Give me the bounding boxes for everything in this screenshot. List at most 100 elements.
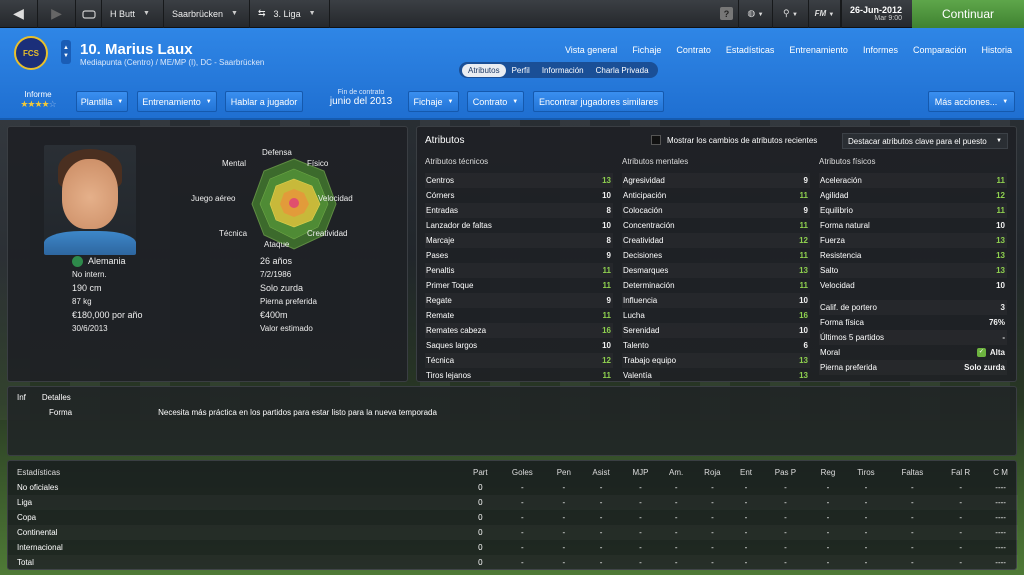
attribute-row[interactable]: Determinación 11 <box>622 278 810 293</box>
attribute-row[interactable]: Colocación 9 <box>622 203 810 218</box>
attribute-row[interactable]: Córners 10 <box>425 188 613 203</box>
tab-stats[interactable]: Estadísticas <box>726 45 775 55</box>
attribute-row[interactable]: Trabajo equipo 13 <box>622 353 810 368</box>
contract-button[interactable]: Contrato ▼ <box>467 91 524 112</box>
stats-header-cell[interactable]: Estadísticas <box>8 465 463 480</box>
subtab-information[interactable]: Información <box>536 64 590 77</box>
stats-header-cell[interactable]: C M <box>983 465 1018 480</box>
subtab-profile[interactable]: Perfil <box>506 64 536 77</box>
attribute-row[interactable]: Pases 9 <box>425 248 613 263</box>
squad-button[interactable]: Plantilla ▼ <box>76 91 128 112</box>
competition-dropdown[interactable]: ⇆ 3. Liga ▼ <box>250 0 330 28</box>
extra-info-row[interactable]: Últimos 5 partidos - <box>819 330 1007 345</box>
subtab-attributes[interactable]: Atributos <box>462 63 506 77</box>
find-similar-button[interactable]: Encontrar jugadores similares <box>533 91 664 112</box>
stats-header-cell[interactable]: Am. <box>659 465 693 480</box>
more-actions-button[interactable]: Más acciones... ▼ <box>928 91 1015 112</box>
attribute-row[interactable]: Desmarques 13 <box>622 263 810 278</box>
stats-header-cell[interactable]: Asist <box>581 465 622 480</box>
attribute-row[interactable]: Aceleración 11 <box>819 173 1007 188</box>
subtab-private-chat[interactable]: Charla Privada <box>590 64 655 77</box>
extra-info-row[interactable]: Calif. de portero 3 <box>819 300 1007 315</box>
attribute-row[interactable]: Agilidad 12 <box>819 188 1007 203</box>
attribute-row[interactable]: Marcaje 8 <box>425 233 613 248</box>
attribute-row[interactable]: Forma natural 10 <box>819 218 1007 233</box>
stats-header-cell[interactable]: Fal R <box>938 465 983 480</box>
stats-header-cell[interactable]: Pas P <box>760 465 810 480</box>
attribute-row[interactable]: Serenidad 10 <box>622 323 810 338</box>
tab-overview[interactable]: Vista general <box>565 45 617 55</box>
date-display[interactable]: 26-Jun-2012 Mar 9:00 <box>840 0 912 28</box>
attribute-row[interactable]: Técnica 12 <box>425 353 613 368</box>
highlight-dropdown[interactable]: Destacar atributos clave para el puesto ▼ <box>842 133 1008 149</box>
club-dropdown[interactable]: Saarbrücken ▼ <box>164 0 250 28</box>
search-button[interactable]: ⚲ ▼ <box>773 0 809 28</box>
globe-button[interactable]: ◍ ▼ <box>739 0 773 28</box>
attribute-row[interactable]: Remates cabeza 16 <box>425 323 613 338</box>
back-arrow-icon[interactable]: ◀ <box>0 0 38 28</box>
stats-header-cell[interactable]: Faltas <box>887 465 938 480</box>
attribute-row[interactable]: Lanzador de faltas 10 <box>425 218 613 233</box>
tab-reports[interactable]: Informes <box>863 45 898 55</box>
continue-button[interactable]: Continuar <box>912 0 1024 28</box>
attribute-row[interactable]: Regate 9 <box>425 293 613 308</box>
attribute-row[interactable]: Fuerza 13 <box>819 233 1007 248</box>
stats-header-cell[interactable]: Part <box>463 465 498 480</box>
fm-menu-button[interactable]: FM ▼ <box>809 0 841 28</box>
attribute-row[interactable]: Centros 13 <box>425 173 613 188</box>
stats-header-cell[interactable]: Pen <box>547 465 581 480</box>
tab-contract[interactable]: Contrato <box>676 45 711 55</box>
attribute-row[interactable]: Equilibrio 11 <box>819 203 1007 218</box>
report-rating[interactable]: Informe ★★★★☆ <box>12 90 64 110</box>
attribute-row[interactable]: Anticipación 11 <box>622 188 810 203</box>
manager-dropdown[interactable]: H Butt ▼ <box>102 0 164 28</box>
player-switcher[interactable]: ▲ ▼ <box>61 40 71 64</box>
extra-info-row[interactable]: Forma física 76% <box>819 315 1007 330</box>
stats-header-cell[interactable]: Reg <box>811 465 846 480</box>
checkbox[interactable] <box>651 135 661 145</box>
attribute-row[interactable]: Influencia 10 <box>622 293 810 308</box>
stats-header-cell[interactable]: Goles <box>498 465 547 480</box>
extra-info-row[interactable]: Pierna preferida Solo zurda <box>819 360 1007 375</box>
attribute-row[interactable]: Agresividad 9 <box>622 173 810 188</box>
attribute-row[interactable]: Salto 13 <box>819 263 1007 278</box>
attribute-row[interactable]: Remate 11 <box>425 308 613 323</box>
tab-history[interactable]: Historia <box>981 45 1012 55</box>
tab-comparison[interactable]: Comparación <box>913 45 967 55</box>
tab-training[interactable]: Entrenamiento <box>789 45 848 55</box>
training-button[interactable]: Entrenamiento ▼ <box>137 91 217 112</box>
attribute-row[interactable]: Talento 6 <box>622 338 810 353</box>
attribute-row[interactable]: Saques largos 10 <box>425 338 613 353</box>
stats-header-cell[interactable]: MJP <box>622 465 660 480</box>
stats-header-cell[interactable]: Ent <box>732 465 760 480</box>
stats-row[interactable]: Internacional 0- - - - - - - - - - - - ---- <box>8 540 1018 555</box>
chevron-down-icon: ▼ <box>996 138 1002 144</box>
stats-row[interactable]: Copa 0- - - - - - - - - - - - ---- <box>8 510 1018 525</box>
attribute-row[interactable]: Entradas 8 <box>425 203 613 218</box>
stats-header-cell[interactable]: Roja <box>693 465 732 480</box>
attribute-row[interactable]: Creatividad 12 <box>622 233 810 248</box>
talk-to-player-button[interactable]: Hablar a jugador <box>225 91 303 112</box>
forward-arrow-icon[interactable]: ▶ <box>38 0 76 28</box>
attribute-row[interactable]: Valentía 13 <box>622 368 810 383</box>
stats-row[interactable]: Continental 0- - - - - - - - - - - - ---- <box>8 525 1018 540</box>
stats-row[interactable]: Liga 0- - - - - - - - - - - - ---- <box>8 495 1018 510</box>
attribute-row[interactable]: Decisiones 11 <box>622 248 810 263</box>
show-changes-toggle[interactable]: Mostrar los cambios de atributos recient… <box>651 135 817 145</box>
help-button[interactable]: ? <box>715 0 739 28</box>
transfer-button[interactable]: Fichaje ▼ <box>408 91 459 112</box>
extra-info-row[interactable]: Moral ✓ Alta <box>819 345 1007 360</box>
stats-header-cell[interactable]: Tiros <box>845 465 886 480</box>
stats-row[interactable]: No oficiales 0- - - - - - - - - - - - ---- <box>8 480 1018 495</box>
attribute-row[interactable]: Penaltis 11 <box>425 263 613 278</box>
attribute-row[interactable]: Concentración 11 <box>622 218 810 233</box>
attribute-row[interactable]: Lucha 16 <box>622 308 810 323</box>
attribute-row[interactable]: Resistencia 13 <box>819 248 1007 263</box>
stats-row[interactable]: Total 0- - - - - - - - - - - - ---- <box>8 555 1018 570</box>
stats-cell: - <box>520 513 524 522</box>
stats-cell: ---- <box>983 525 1018 540</box>
tab-transfer[interactable]: Fichaje <box>632 45 661 55</box>
attribute-row[interactable]: Tiros lejanos 11 <box>425 368 613 383</box>
attribute-row[interactable]: Primer Toque 11 <box>425 278 613 293</box>
attribute-row[interactable]: Velocidad 10 <box>819 278 1007 293</box>
